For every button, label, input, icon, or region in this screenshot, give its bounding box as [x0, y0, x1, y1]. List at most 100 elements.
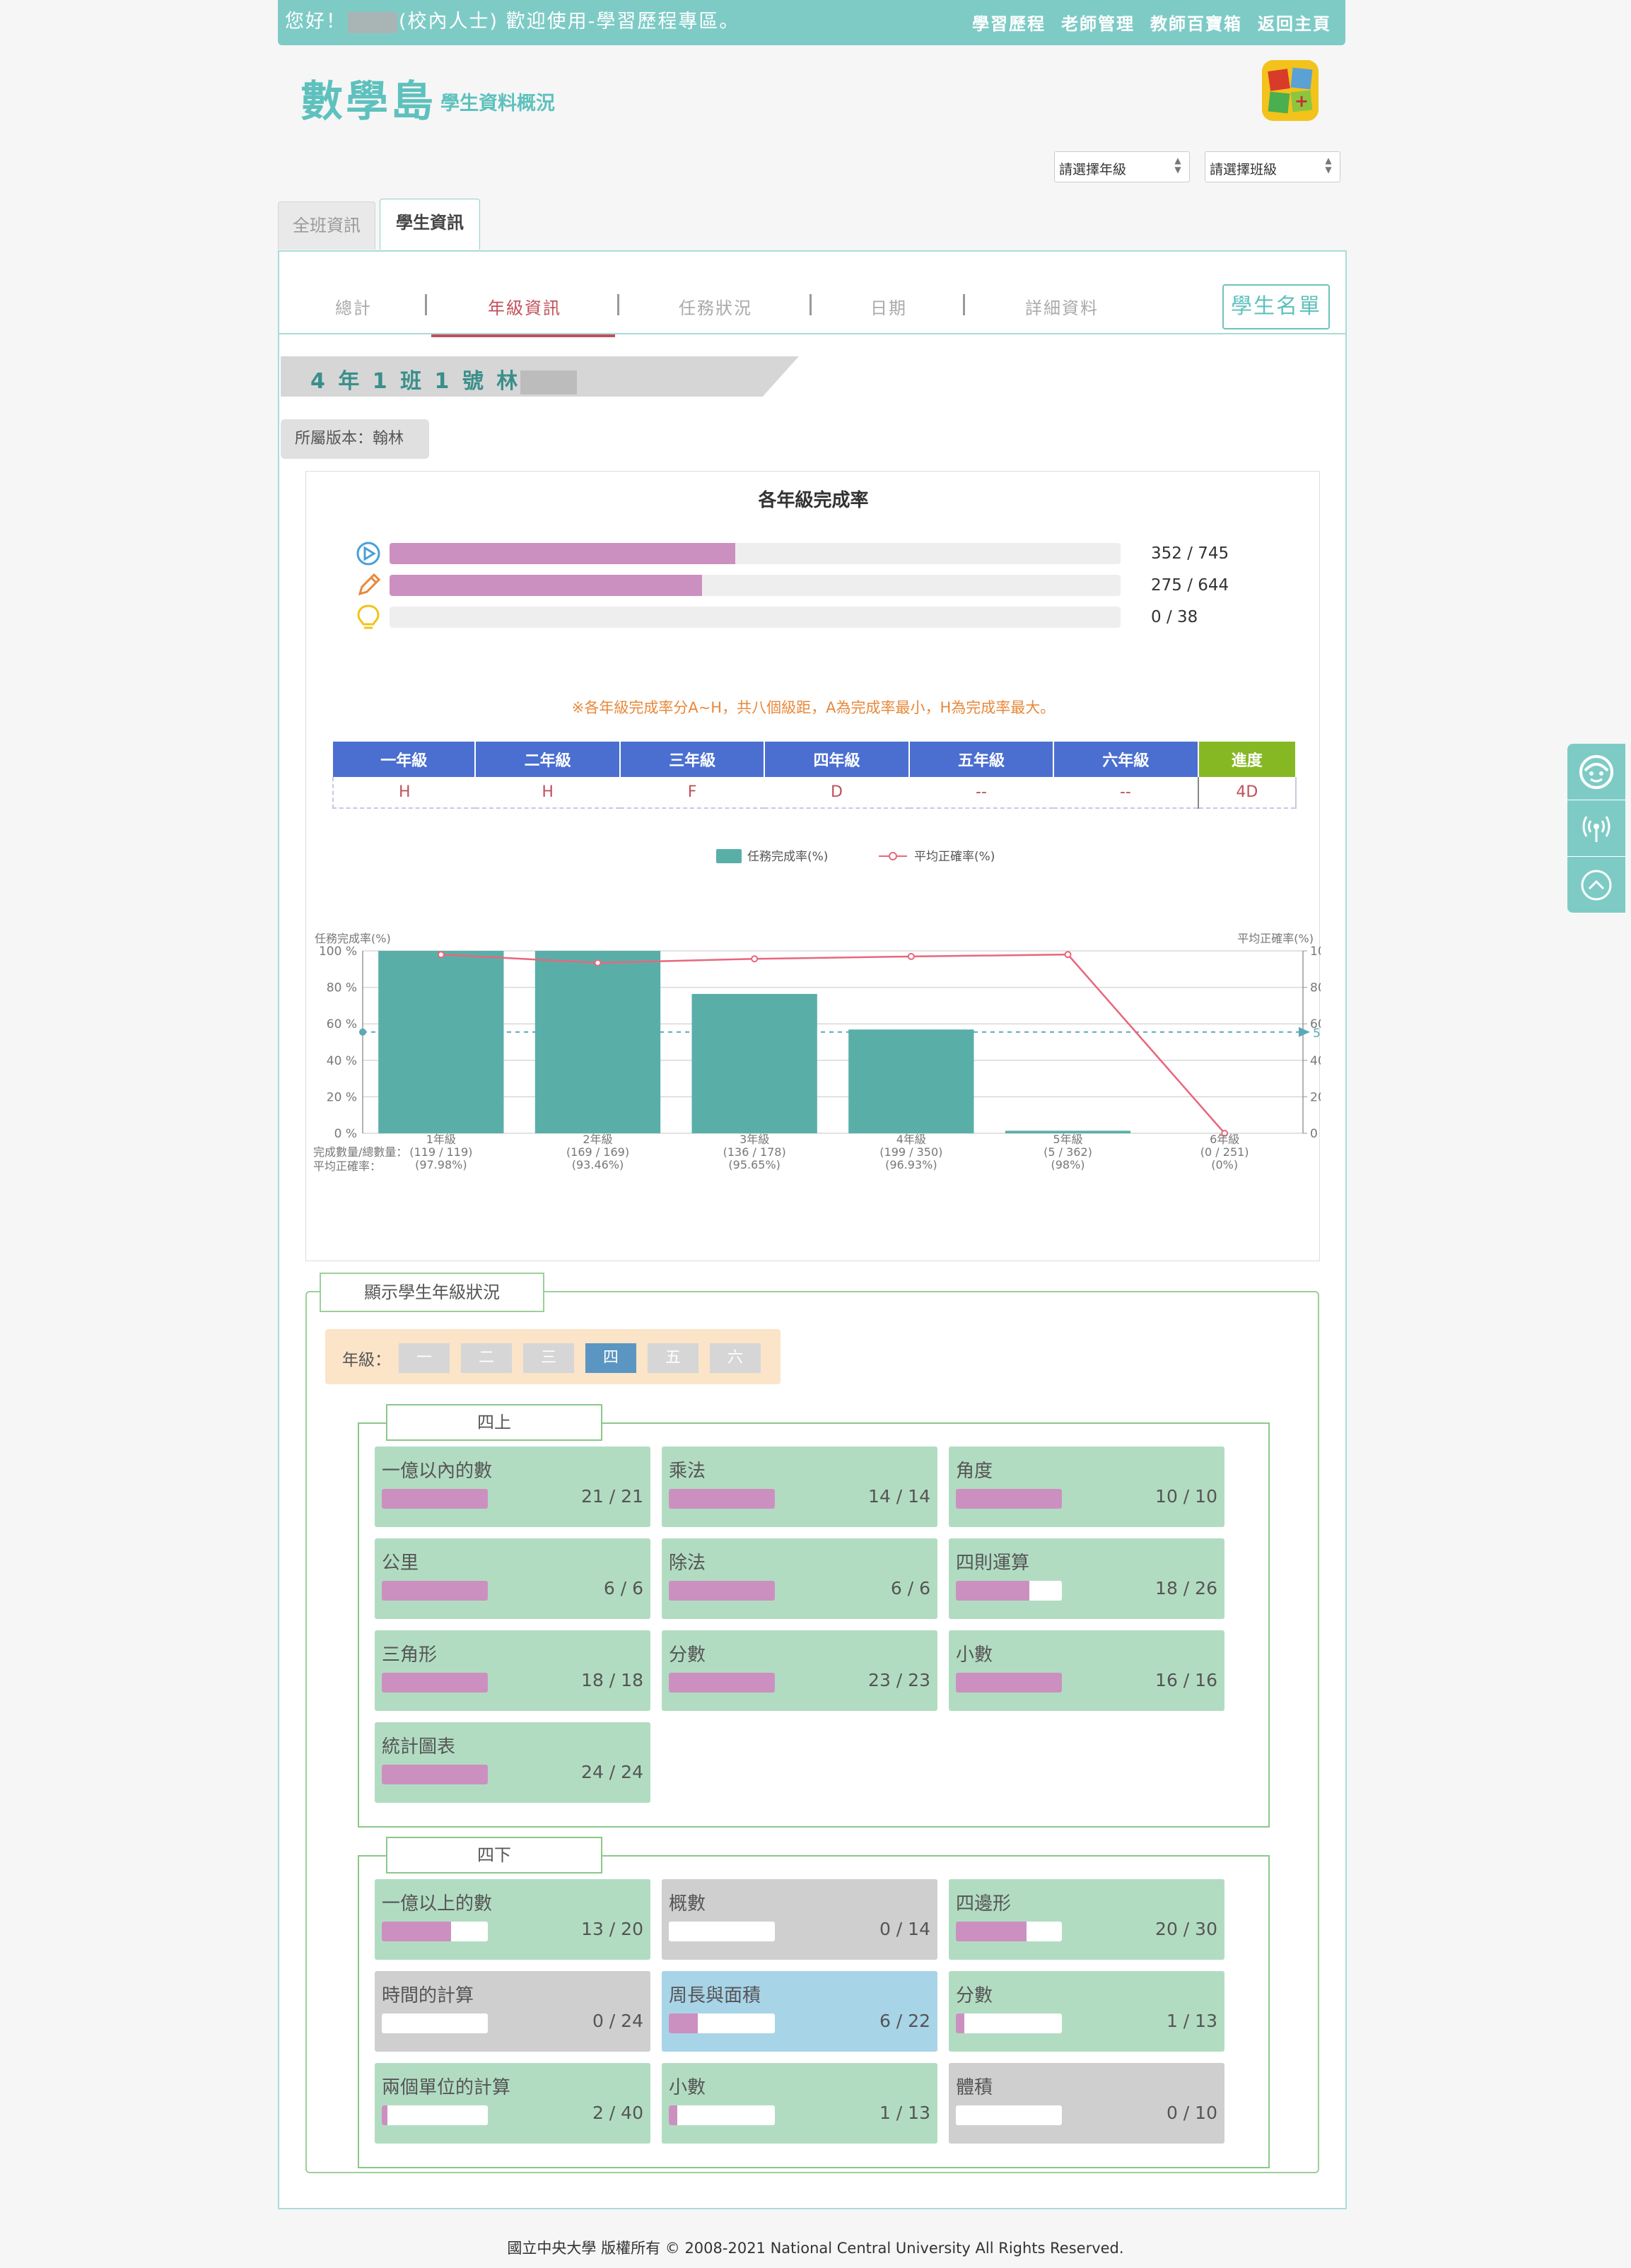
- inner-tabs: 總計 年級資訊 任務狀況 日期 詳細資料 學生名單: [279, 267, 1345, 338]
- redacted-name: [348, 11, 397, 33]
- unit-progress-fill: [956, 1922, 1027, 1941]
- completion-title: 各年級完成率: [758, 490, 869, 511]
- unit-card[interactable]: 體積 0 / 10: [949, 2063, 1224, 2144]
- unit-card[interactable]: 概數 0 / 14: [662, 1879, 937, 1960]
- average-line-arrow: [1299, 1027, 1310, 1037]
- unit-count: 0 / 14: [879, 1919, 930, 1939]
- unit-name: 四邊形: [956, 1893, 1012, 1915]
- grade-status-section: 顯示學生年級狀況 年級： 一 二 三 四 五 六 四上 一億以內的數 21 / 2…: [305, 1273, 1319, 2173]
- unit-card[interactable]: 一億以上的數 13 / 20: [375, 1879, 650, 1960]
- x-count-label: (0 / 251): [1200, 1145, 1249, 1159]
- nav-learning-history[interactable]: 學習歷程: [972, 10, 1046, 35]
- unit-card[interactable]: 除法 6 / 6: [662, 1538, 937, 1619]
- nav-teacher-toolbox[interactable]: 教師百寶箱: [1150, 10, 1242, 35]
- unit-name: 一億以上的數: [382, 1893, 493, 1915]
- class-select[interactable]: 請選擇班級 ▲ ▼: [1205, 151, 1340, 182]
- tab-student-info[interactable]: 學生資訊: [380, 199, 480, 250]
- row-label-counts: 完成數量/總數量：: [313, 1145, 407, 1159]
- unit-progress-fill: [669, 1673, 775, 1693]
- unit-card[interactable]: 角度 10 / 10: [949, 1446, 1224, 1527]
- x-tick-label: 3年級: [739, 1133, 769, 1146]
- unit-count: 23 / 23: [868, 1670, 930, 1690]
- accuracy-point: [751, 955, 759, 963]
- tab-details[interactable]: 詳細資料: [1025, 294, 1099, 319]
- greeting-prefix: 您好！: [285, 11, 346, 33]
- x-tick-label: 5年級: [1053, 1133, 1082, 1146]
- unit-card[interactable]: 兩個單位的計算 2 / 40: [375, 2063, 650, 2144]
- broadcast-icon[interactable]: [1567, 800, 1625, 857]
- x-tick-label: 1年級: [426, 1133, 456, 1146]
- unit-card[interactable]: 乘法 14 / 14: [662, 1446, 937, 1527]
- grade-button-5[interactable]: 五: [648, 1343, 698, 1373]
- unit-card[interactable]: 小數 1 / 13: [662, 2063, 937, 2144]
- tab-date[interactable]: 日期: [870, 294, 907, 319]
- grade-button-1[interactable]: 一: [399, 1343, 450, 1373]
- grade-button-2[interactable]: 二: [461, 1343, 512, 1373]
- unit-progress-bar: [382, 1581, 488, 1601]
- tab-divider: [617, 294, 619, 315]
- accuracy-point: [594, 959, 602, 966]
- grade-button-3[interactable]: 三: [523, 1343, 574, 1373]
- unit-card[interactable]: 小數 16 / 16: [949, 1630, 1224, 1711]
- unit-card[interactable]: 四則運算 18 / 26: [949, 1538, 1224, 1619]
- grade-button-4[interactable]: 四: [585, 1343, 636, 1373]
- unit-progress-fill: [669, 1489, 775, 1509]
- student-banner: 4 年 1 班 1 號 林: [281, 356, 799, 397]
- page-subtitle: 學生資料概況: [440, 93, 555, 115]
- svg-text:+: +: [1294, 91, 1309, 111]
- unit-progress-fill: [382, 1922, 451, 1941]
- unit-card[interactable]: 一億以內的數 21 / 21: [375, 1446, 650, 1527]
- unit-progress-bar: [956, 2105, 1062, 2125]
- unit-count: 10 / 10: [1155, 1486, 1217, 1507]
- unit-count: 2 / 40: [592, 2103, 643, 2123]
- accuracy-point: [1064, 951, 1072, 959]
- grade-level-cell: D: [764, 777, 909, 809]
- unit-progress-bar: [956, 2013, 1062, 2033]
- unit-name: 小數: [669, 2077, 706, 2098]
- unit-card[interactable]: 四邊形 20 / 30: [949, 1879, 1224, 1960]
- unit-card[interactable]: 統計圖表 24 / 24: [375, 1722, 650, 1803]
- nav-home[interactable]: 返回主頁: [1258, 10, 1331, 35]
- unit-name: 周長與面積: [669, 1985, 761, 2006]
- lightbulb-icon: [357, 604, 380, 629]
- grade-button-6[interactable]: 六: [710, 1343, 761, 1373]
- grade-level-cell: F: [619, 777, 765, 809]
- top-bar: 您好！ (校內人士) 歡迎使用-學習歷程專區。 學習歷程 老師管理 教師百寶箱 返…: [278, 0, 1345, 45]
- helper-face-icon[interactable]: [1567, 744, 1625, 800]
- semester-legend: 四下: [386, 1837, 602, 1874]
- progress-count-exercises: 275 / 644: [1151, 576, 1229, 595]
- tab-total[interactable]: 總計: [335, 294, 372, 319]
- unit-name: 分數: [669, 1644, 706, 1666]
- x-count-label: (199 / 350): [879, 1145, 942, 1159]
- unit-card[interactable]: 周長與面積 6 / 22: [662, 1971, 937, 2052]
- semester-legend: 四上: [386, 1404, 602, 1441]
- scroll-top-icon[interactable]: [1567, 857, 1625, 913]
- y-tick-label-left: 100 %: [319, 945, 357, 959]
- student-name: 4 年 1 班 1 號 林: [310, 363, 578, 394]
- nav-teacher-admin[interactable]: 老師管理: [1061, 10, 1135, 35]
- unit-progress-bar: [956, 1581, 1062, 1601]
- accuracy-point: [437, 951, 445, 959]
- student-list-button[interactable]: 學生名單: [1222, 284, 1330, 329]
- unit-count: 21 / 21: [581, 1486, 643, 1507]
- unit-card[interactable]: 時間的計算 0 / 24: [375, 1971, 650, 2052]
- tab-class-info[interactable]: 全班資訊: [278, 201, 375, 250]
- y-tick-label-left: 40 %: [327, 1054, 357, 1068]
- unit-progress-bar: [669, 1922, 775, 1941]
- unit-card[interactable]: 公里 6 / 6: [375, 1538, 650, 1619]
- unit-card[interactable]: 三角形 18 / 18: [375, 1630, 650, 1711]
- student-label: 4 年 1 班 1 號 林: [310, 369, 521, 394]
- greeting-suffix: (校內人士) 歡迎使用-學習歷程專區。: [399, 11, 740, 33]
- grade-selector-label: 年級：: [342, 1351, 391, 1369]
- unit-progress-fill: [382, 1581, 488, 1601]
- unit-card[interactable]: 分數 23 / 23: [662, 1630, 937, 1711]
- unit-progress-fill: [956, 2013, 964, 2033]
- grade-select[interactable]: 請選擇年級 ▲ ▼: [1054, 151, 1190, 182]
- tab-grade-info[interactable]: 年級資訊: [488, 294, 561, 319]
- unit-name: 除法: [669, 1553, 706, 1574]
- unit-card[interactable]: 分數 1 / 13: [949, 1971, 1224, 2052]
- grade-level-cell: --: [1053, 777, 1198, 809]
- redacted-name: [520, 370, 578, 394]
- unit-name: 概數: [669, 1893, 706, 1915]
- tab-task-status[interactable]: 任務狀況: [679, 294, 752, 319]
